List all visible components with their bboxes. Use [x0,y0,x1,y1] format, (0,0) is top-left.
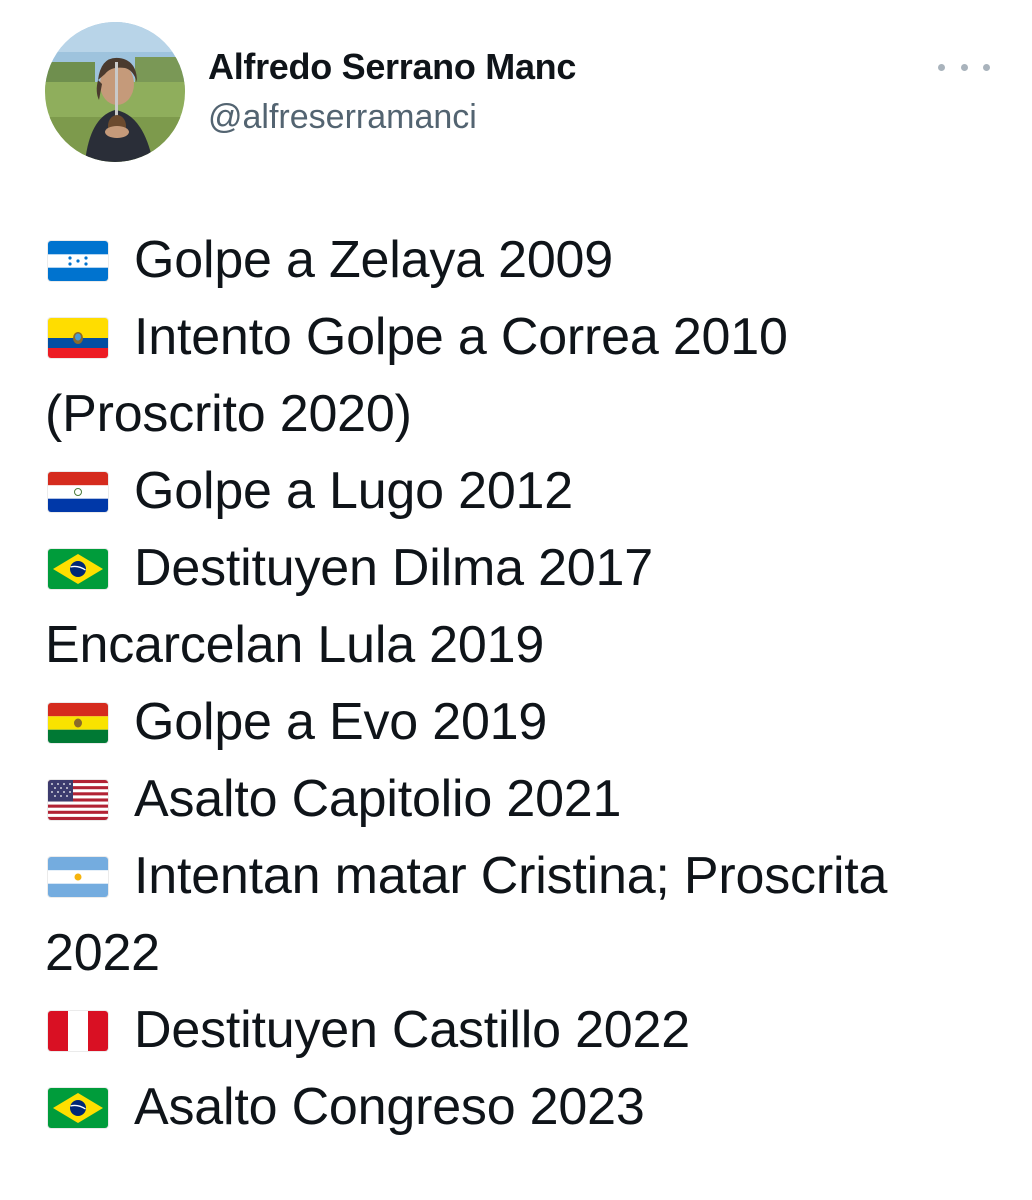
tweet-line: Asalto Capitolio 2021 [45,761,1005,838]
brazil-flag-icon [48,1087,108,1128]
tweet-line: Destituyen Dilma 2017 [45,530,1005,607]
tweet-line-text: Golpe a Zelaya 2009 [134,231,613,289]
tweet-line: Asalto Congreso 2023 [45,1069,1005,1146]
brazil-flag-icon [48,548,108,589]
tweet-line-text: Destituyen Dilma 2017 [134,539,653,597]
argentina-flag-icon [48,856,108,897]
tweet: Alfredo Serrano Manc @alfreserramanci Go… [0,0,1032,1200]
paraguay-flag-icon [48,471,108,512]
tweet-line-text: 2022 [45,924,160,982]
tweet-line-text: Asalto Congreso 2023 [134,1078,645,1136]
more-options-dot [960,63,968,71]
tweet-line-text: Encarcelan Lula 2019 [45,616,545,674]
tweet-line: 2022 [45,915,1005,992]
tweet-line-text: Asalto Capitolio 2021 [134,770,622,828]
tweet-line: Golpe a Zelaya 2009 [45,222,1005,299]
tweet-line: Golpe a Evo 2019 [45,684,1005,761]
tweet-line: (Proscrito 2020) [45,376,1005,453]
tweet-line: Golpe a Lugo 2012 [45,453,1005,530]
profile-photo-icon [45,22,185,162]
tweet-line-text: Intento Golpe a Correa 2010 [134,308,788,366]
tweet-line: Encarcelan Lula 2019 [45,607,1005,684]
tweet-line-text: Golpe a Lugo 2012 [134,462,573,520]
avatar[interactable] [45,22,185,162]
tweet-line: Intento Golpe a Correa 2010 [45,299,1005,376]
bolivia-flag-icon [48,702,108,743]
honduras-flag-icon [48,240,108,281]
tweet-text: Golpe a Zelaya 2009 Intento Golpe a Corr… [45,222,1005,1146]
tweet-line-text: (Proscrito 2020) [45,385,412,443]
peru-flag-icon [48,1010,108,1051]
more-options-icon [938,63,945,71]
display-name[interactable]: Alfredo Serrano Manc [208,46,576,88]
tweet-line: Destituyen Castillo 2022 [45,992,1005,1069]
ecuador-flag-icon [48,317,108,358]
tweet-line-text: Intentan matar Cristina; Proscrita [134,847,888,905]
more-options-button[interactable] [938,52,990,82]
usa-flag-icon [48,779,108,820]
more-options-dot [983,63,990,71]
tweet-line-text: Destituyen Castillo 2022 [134,1001,690,1059]
tweet-line-text: Golpe a Evo 2019 [134,693,548,751]
user-handle[interactable]: @alfreserramanci [208,98,477,137]
tweet-line: Intentan matar Cristina; Proscrita [45,838,1005,915]
